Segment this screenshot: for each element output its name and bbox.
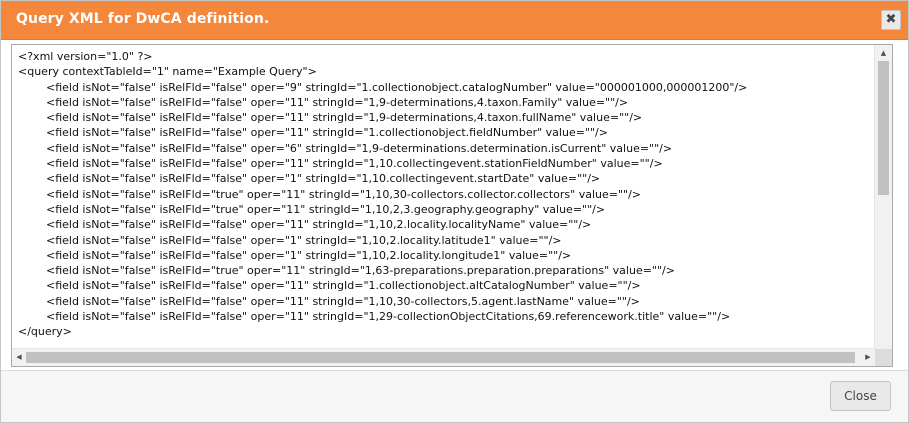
xml-line: <field isNot="false" isRelFld="false" op… — [18, 172, 601, 186]
xml-line: <field isNot="false" isRelFld="false" op… — [18, 248, 572, 262]
xml-line: <field isNot="false" isRelFld="false" op… — [18, 157, 663, 171]
query-xml-dialog: Query XML for DwCA definition. ✖ <?xml v… — [0, 0, 909, 423]
scroll-right-icon[interactable]: ▶ — [861, 349, 875, 366]
xml-line: <field isNot="false" isRelFld="false" op… — [18, 80, 748, 94]
xml-line: <field isNot="false" isRelFld="false" op… — [18, 126, 608, 140]
xml-line: <field isNot="false" isRelFld="false" op… — [18, 294, 640, 308]
xml-text: <?xml version="1.0" ?> <query contextTabl… — [18, 49, 747, 340]
vertical-scroll-thumb[interactable] — [878, 61, 889, 195]
horizontal-scroll-thumb[interactable] — [26, 352, 855, 363]
vertical-scrollbar[interactable]: ▲ — [874, 45, 892, 349]
xml-line: <query contextTableId="1" name="Example … — [18, 65, 317, 79]
close-button[interactable]: Close — [830, 381, 891, 411]
xml-textarea[interactable]: <?xml version="1.0" ?> <query contextTabl… — [11, 44, 893, 367]
scroll-left-icon[interactable]: ◀ — [12, 349, 26, 366]
xml-line: </query> — [18, 325, 72, 339]
dialog-titlebar[interactable]: Query XML for DwCA definition. ✖ — [1, 1, 908, 40]
scroll-up-icon[interactable]: ▲ — [875, 46, 892, 60]
dialog-content: <?xml version="1.0" ?> <query contextTabl… — [1, 40, 908, 370]
horizontal-scrollbar[interactable]: ◀ ▶ — [12, 348, 875, 366]
xml-line: <?xml version="1.0" ?> — [18, 50, 153, 63]
xml-line: <field isNot="false" isRelFld="true" ope… — [18, 202, 606, 216]
xml-line: <field isNot="false" isRelFld="false" op… — [18, 111, 643, 125]
xml-line: <field isNot="false" isRelFld="false" op… — [18, 233, 562, 247]
close-icon[interactable]: ✖ — [881, 10, 901, 30]
xml-line: <field isNot="false" isRelFld="false" op… — [18, 279, 641, 293]
dialog-footer: Close — [1, 370, 908, 422]
xml-line: <field isNot="false" isRelFld="false" op… — [18, 141, 673, 155]
dialog-title: Query XML for DwCA definition. — [16, 11, 270, 27]
xml-line: <field isNot="false" isRelFld="true" ope… — [18, 187, 641, 201]
xml-line: <field isNot="false" isRelFld="false" op… — [18, 95, 629, 109]
xml-line: <field isNot="false" isRelFld="false" op… — [18, 310, 731, 324]
scrollbar-corner — [875, 349, 892, 366]
xml-line: <field isNot="false" isRelFld="false" op… — [18, 218, 592, 232]
xml-line: <field isNot="false" isRelFld="true" ope… — [18, 264, 675, 278]
